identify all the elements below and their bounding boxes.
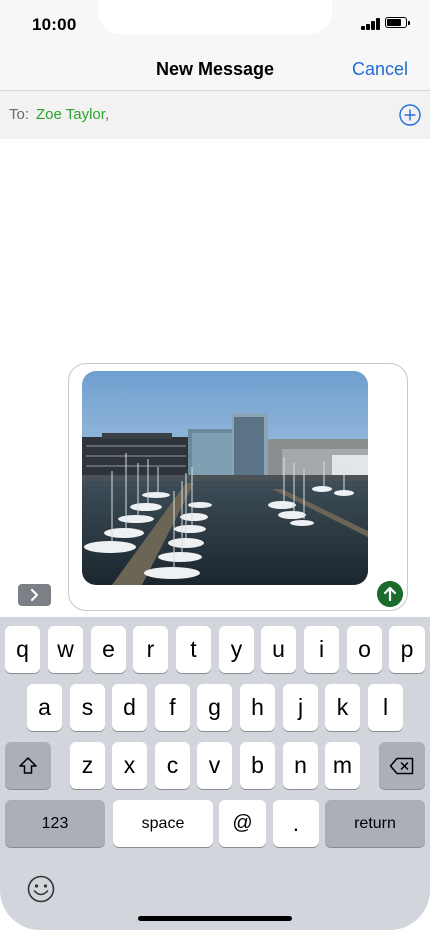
key-f[interactable]: f (155, 684, 190, 731)
key-r[interactable]: r (133, 626, 168, 673)
key-s[interactable]: s (70, 684, 105, 731)
send-button[interactable] (377, 581, 403, 607)
plus-circle-icon[interactable] (399, 104, 421, 126)
key-e[interactable]: e (91, 626, 126, 673)
at-key[interactable]: @ (219, 800, 266, 847)
key-y[interactable]: y (219, 626, 254, 673)
harbor-photo (82, 371, 368, 585)
numbers-key[interactable]: 123 (5, 800, 105, 847)
home-indicator (138, 916, 292, 921)
navigation-bar: New Message Cancel (0, 48, 430, 91)
key-n[interactable]: n (283, 742, 318, 789)
return-key[interactable]: return (325, 800, 425, 847)
status-time: 10:00 (32, 15, 77, 34)
key-b[interactable]: b (240, 742, 275, 789)
key-l[interactable]: l (368, 684, 403, 731)
recipient-separator: , (104, 106, 110, 123)
key-o[interactable]: o (347, 626, 382, 673)
device-notch (98, 0, 332, 34)
key-g[interactable]: g (197, 684, 232, 731)
to-label: To: (9, 106, 30, 123)
period-key[interactable]: . (273, 800, 319, 847)
key-d[interactable]: d (112, 684, 147, 731)
battery-icon (385, 17, 410, 28)
smiley-face-icon[interactable] (26, 874, 56, 904)
key-v[interactable]: v (197, 742, 232, 789)
key-i[interactable]: i (304, 626, 339, 673)
recipient-name: Zoe Taylor (36, 106, 105, 123)
key-m[interactable]: m (325, 742, 360, 789)
battery-level (387, 19, 402, 26)
key-h[interactable]: h (240, 684, 275, 731)
status-bar: 10:00 (0, 0, 430, 48)
key-c[interactable]: c (155, 742, 190, 789)
key-j[interactable]: j (283, 684, 318, 731)
backspace-icon (389, 757, 414, 774)
shift-arrow-icon (19, 756, 37, 774)
key-u[interactable]: u (261, 626, 296, 673)
delete-key[interactable] (379, 742, 425, 789)
key-a[interactable]: a (27, 684, 62, 731)
key-q[interactable]: q (5, 626, 40, 673)
key-p[interactable]: p (389, 626, 425, 673)
expand-apps-button[interactable] (18, 584, 51, 606)
cellular-signal-icon (361, 18, 381, 30)
key-k[interactable]: k (325, 684, 360, 731)
cancel-button[interactable]: Cancel (352, 59, 408, 80)
key-w[interactable]: w (48, 626, 83, 673)
key-x[interactable]: x (112, 742, 147, 789)
space-key[interactable]: space (113, 800, 213, 847)
key-t[interactable]: t (176, 626, 211, 673)
shift-key[interactable] (5, 742, 51, 789)
key-z[interactable]: z (70, 742, 105, 789)
recipient-token[interactable]: Zoe Taylor, (36, 106, 109, 123)
photo-attachment[interactable] (82, 371, 368, 585)
recipient-field[interactable]: To: Zoe Taylor, (0, 91, 430, 139)
